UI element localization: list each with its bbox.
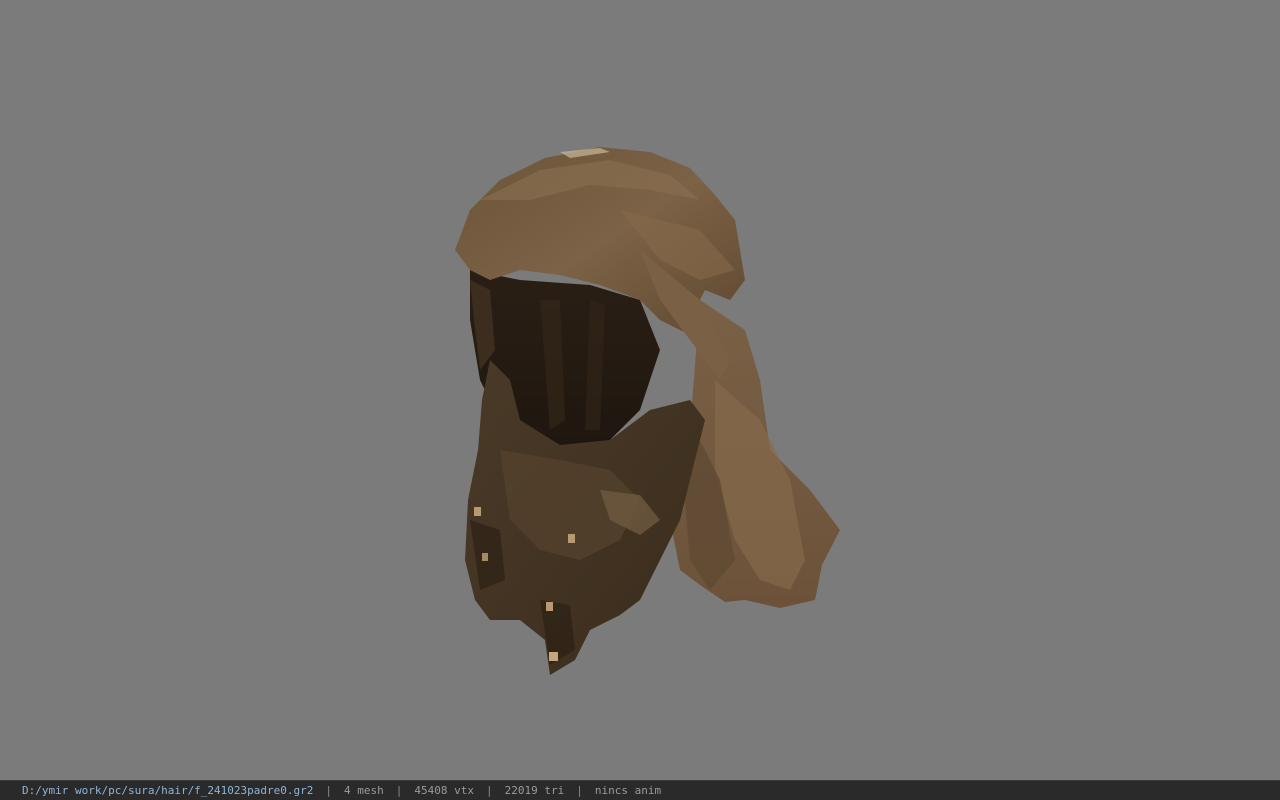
hair-model-render [455, 147, 840, 675]
animation-status: nincs anim [594, 784, 662, 797]
vertex-count: 45408 vtx [414, 784, 475, 797]
file-path: D:/ymir work/pc/sura/hair/f_241023padre0… [22, 784, 314, 797]
separator: | [325, 784, 333, 797]
separator: | [486, 784, 493, 797]
status-bar: D:/ymir work/pc/sura/hair/f_241023padre0… [0, 780, 1280, 800]
separator: | [395, 784, 403, 797]
3d-viewport[interactable] [0, 0, 1280, 780]
triangle-count: 22019 tri [504, 784, 565, 797]
separator: | [576, 784, 583, 797]
mesh-count: 4 mesh [344, 784, 384, 797]
